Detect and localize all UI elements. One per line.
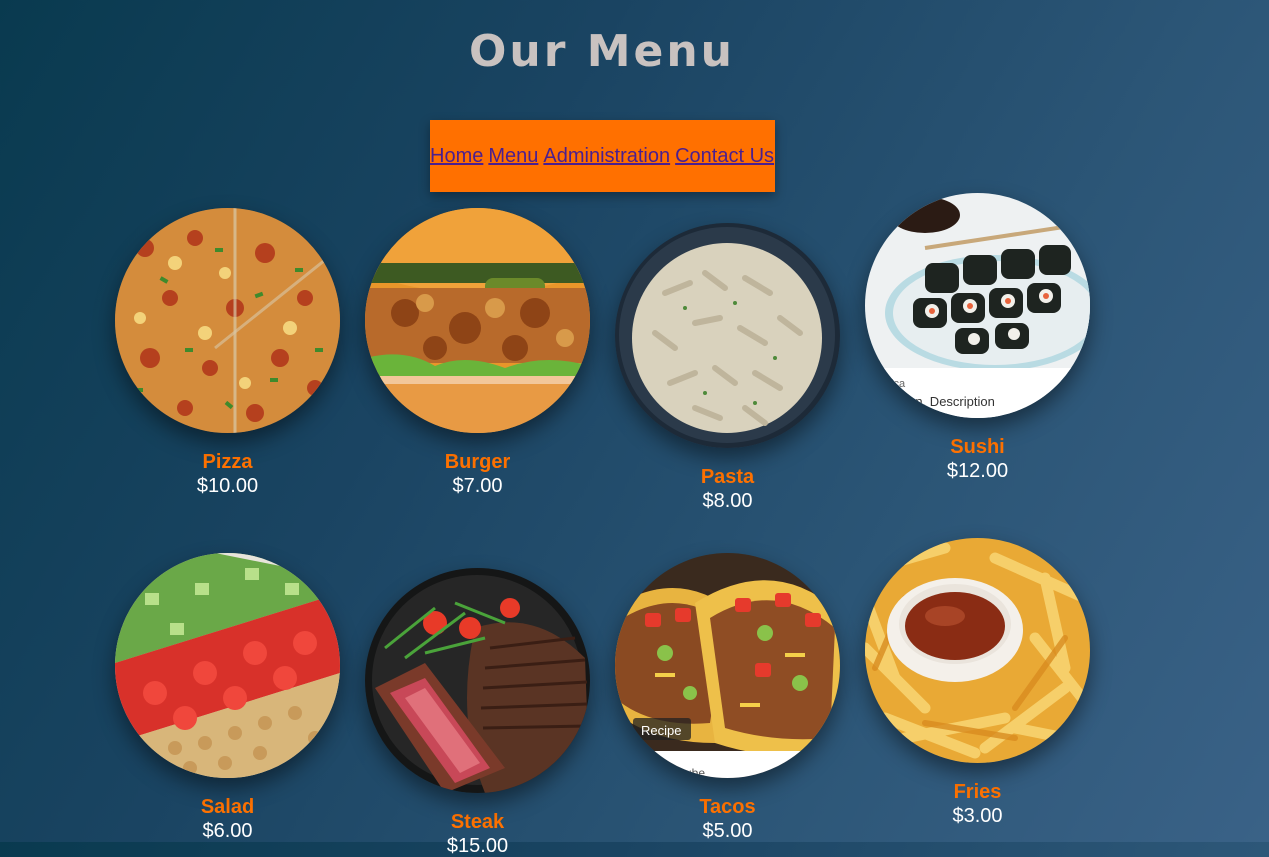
item-name: Salad	[200, 796, 255, 818]
menu-card-steak: Steak $15.00	[365, 568, 590, 857]
burger-image	[365, 208, 590, 433]
item-price: $3.00	[952, 805, 1003, 827]
nav-link-menu[interactable]: Menu	[488, 145, 538, 168]
menu-card-salad: Salad $6.00	[115, 553, 340, 842]
item-price: $5.00	[702, 820, 753, 842]
menu-card-tacos: Recipe ube Tacos $5.00	[615, 553, 840, 842]
item-price: $8.00	[702, 490, 753, 512]
item-name: Tacos	[699, 796, 756, 818]
item-name: Fries	[953, 781, 1002, 803]
item-name: Steak	[450, 811, 505, 833]
main-nav: Home Menu Administration Contact Us	[430, 120, 775, 192]
item-price: $15.00	[446, 835, 509, 857]
item-price: $6.00	[202, 820, 253, 842]
item-name: Pasta	[700, 466, 755, 488]
item-name: Pizza	[202, 451, 253, 473]
nav-link-administration[interactable]: Administration	[543, 145, 670, 168]
pasta-image	[615, 223, 840, 448]
sushi-caption-1: nica	[885, 378, 906, 390]
sushi-image: nica finition, Description	[865, 193, 1090, 418]
nav-link-contact-us[interactable]: Contact Us	[675, 145, 774, 168]
item-price: $10.00	[196, 475, 259, 497]
page-title: Our Menu	[468, 26, 736, 77]
tacos-caption-2: ube	[685, 766, 705, 778]
sushi-caption-2: finition, Description	[885, 394, 995, 409]
menu-card-burger: Burger $7.00	[365, 208, 590, 497]
menu-card-pizza: Pizza $10.00	[115, 208, 340, 497]
menu-card-fries: Fries $3.00	[865, 538, 1090, 827]
item-name: Sushi	[950, 436, 1005, 458]
nav-link-home[interactable]: Home	[430, 145, 483, 168]
pizza-image	[115, 208, 340, 433]
steak-image	[365, 568, 590, 793]
item-price: $12.00	[946, 460, 1009, 482]
menu-card-sushi: nica finition, Description Sushi $12.00	[865, 193, 1090, 482]
item-price: $7.00	[452, 475, 503, 497]
tacos-caption-1: Recipe	[641, 723, 681, 738]
fries-image	[865, 538, 1090, 763]
menu-card-pasta: Pasta $8.00	[615, 223, 840, 512]
tacos-image: Recipe ube	[615, 553, 840, 778]
item-name: Burger	[444, 451, 511, 473]
salad-image	[115, 553, 340, 778]
